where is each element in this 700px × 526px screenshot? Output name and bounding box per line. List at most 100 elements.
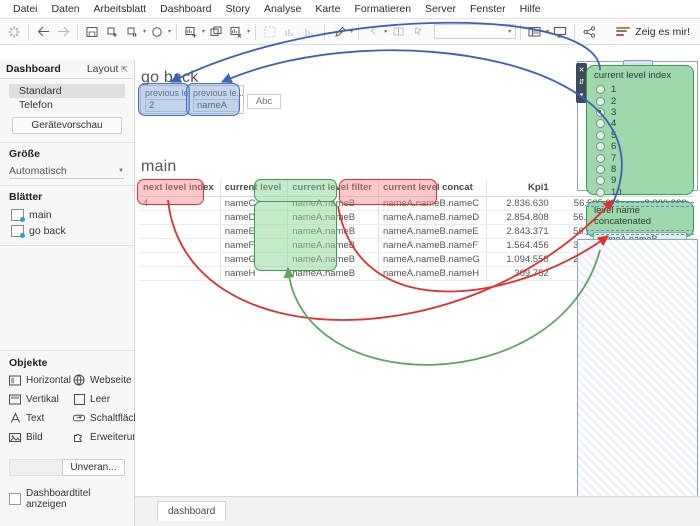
object-webseite[interactable]: Webseite <box>73 374 144 386</box>
sidebar-item-go-back[interactable]: go back <box>9 223 125 239</box>
chevron-down-icon-8[interactable]: ▾ <box>546 28 549 35</box>
object-vertikal[interactable]: Vertikal <box>9 393 71 405</box>
sidebar-item-main[interactable]: main <box>9 207 125 223</box>
param-card-previous-level-name[interactable]: previous le... nameA <box>188 85 244 114</box>
menu-item-dashboard[interactable]: Dashboard <box>153 3 218 15</box>
col-current-level[interactable]: current level <box>220 180 288 197</box>
radio-option-3[interactable]: 3 <box>596 107 693 118</box>
col-current-level-concat[interactable]: current level concat <box>379 180 487 197</box>
arrow-left-icon[interactable] <box>34 23 52 41</box>
chevron-down-icon-3[interactable]: ▾ <box>202 28 205 35</box>
radio-icon-1[interactable] <box>596 85 605 94</box>
radio-option-2[interactable]: 2 <box>596 95 693 106</box>
radio-icon-7[interactable] <box>596 154 605 163</box>
chevron-down-icon-6[interactable]: ▾ <box>384 28 387 35</box>
chevron-down-icon-5[interactable]: ▾ <box>350 28 353 35</box>
highlighter-icon[interactable] <box>330 23 348 41</box>
text-icon <box>9 412 21 424</box>
radio-option-9[interactable]: 9 <box>596 175 693 186</box>
menu-item-analyse[interactable]: Analyse <box>257 3 308 15</box>
param-value-previous-level-name[interactable]: nameA <box>193 99 239 112</box>
chevron-down-icon-4[interactable]: ▾ <box>247 28 250 35</box>
layout-drop-zone[interactable] <box>577 239 698 506</box>
menu-item-formatieren[interactable]: Formatieren <box>347 3 418 15</box>
presentation-mode-icon[interactable] <box>551 23 569 41</box>
radio-option-6[interactable]: 6 <box>596 141 693 152</box>
unveran-button[interactable]: Unveran... <box>62 459 125 476</box>
refresh-icon[interactable] <box>148 23 166 41</box>
radio-option-10[interactable]: 10 <box>596 187 693 198</box>
show-me-button[interactable]: Zeig es mir! <box>616 26 696 38</box>
object-erweiterung[interactable]: Erweiterung <box>73 431 144 443</box>
object-schaltflaeche[interactable]: Schaltfläche <box>73 412 144 424</box>
cell-filter: nameA.nameB <box>288 211 379 225</box>
size-option-telefon[interactable]: Telefon <box>9 98 125 112</box>
menu-item-server[interactable]: Server <box>418 3 463 15</box>
col-kpi1[interactable]: Kpi1 <box>486 180 555 197</box>
radio-icon-2[interactable] <box>596 97 605 106</box>
object-horizontal[interactable]: Horizontal <box>9 374 71 386</box>
radio-label-7: 7 <box>611 153 616 164</box>
new-worksheet-icon[interactable] <box>182 23 200 41</box>
col-next-level-index[interactable]: next level index <box>139 180 220 197</box>
radio-icon-8[interactable] <box>596 165 605 174</box>
chevron-down-icon-1[interactable]: ▾ <box>143 28 146 35</box>
menu-item-fenster[interactable]: Fenster <box>463 3 513 15</box>
object-leer[interactable]: Leer <box>73 393 144 405</box>
radio-icon-10[interactable] <box>596 188 605 197</box>
show-dashboard-title-row[interactable]: Dashboardtitel anzeigen <box>9 488 125 510</box>
menu-item-datei[interactable]: Datei <box>6 3 45 15</box>
chevron-down-icon-card[interactable]: ▾ <box>580 92 584 99</box>
abc-marks-box[interactable]: Abc <box>247 94 281 109</box>
radio-icon-5[interactable] <box>596 131 605 140</box>
tableau-logo-icon[interactable] <box>5 23 23 41</box>
groesse-select[interactable]: Automatisch ▼ <box>9 164 124 179</box>
radio-option-5[interactable]: 5 <box>596 130 693 141</box>
arrow-right-icon[interactable] <box>54 23 72 41</box>
blank-icon <box>73 393 85 405</box>
radio-option-8[interactable]: 8 <box>596 164 693 175</box>
tab-dashboard[interactable]: Dashboard <box>6 63 61 75</box>
fit-select[interactable]: ▾ <box>434 24 516 39</box>
image-icon <box>9 431 21 443</box>
radio-icon-9[interactable] <box>596 176 605 185</box>
device-preview-button[interactable]: Gerätevorschau <box>12 117 122 134</box>
radio-option-4[interactable]: 4 <box>596 118 693 129</box>
cell-current-level: nameF <box>220 239 288 253</box>
menu-item-story[interactable]: Story <box>218 3 257 15</box>
chevron-down-icon-2[interactable]: ▾ <box>168 28 171 35</box>
radio-option-7[interactable]: 7 <box>596 152 693 163</box>
pin-icon[interactable]: ⇱ <box>121 65 128 74</box>
param-value-previous-level-index[interactable]: 2 <box>145 99 189 112</box>
sort-icon[interactable]: ⇵ <box>579 79 585 86</box>
menu-item-daten[interactable]: Daten <box>45 3 87 15</box>
object-bild[interactable]: Bild <box>9 431 71 443</box>
clear-sheet-icon[interactable] <box>227 23 245 41</box>
param-card-previous-level-index[interactable]: previous le... 2 <box>140 85 194 114</box>
col-current-level-filter[interactable]: current level filter <box>288 180 379 197</box>
menu-item-karte[interactable]: Karte <box>308 3 347 15</box>
pause-auto-update-icon[interactable] <box>123 23 141 41</box>
save-icon[interactable] <box>83 23 101 41</box>
show-dashboard-title-checkbox[interactable] <box>9 493 21 505</box>
sidebar-tabs: Dashboard Layout ⇱ <box>0 60 134 79</box>
radio-icon-6[interactable] <box>596 142 605 151</box>
share-icon[interactable] <box>580 23 598 41</box>
cell-next-level-index <box>139 211 220 225</box>
menu-item-arbeitsblatt[interactable]: Arbeitsblatt <box>87 3 154 15</box>
show-cards-icon[interactable] <box>526 23 544 41</box>
tab-layout[interactable]: Layout <box>87 63 119 75</box>
object-text[interactable]: Text <box>9 412 71 424</box>
radio-icon-4[interactable] <box>596 119 605 128</box>
size-option-standard[interactable]: Standard <box>9 84 125 98</box>
add-data-source-icon[interactable] <box>103 23 121 41</box>
menu-item-hilfe[interactable]: Hilfe <box>513 3 548 15</box>
duplicate-sheet-icon[interactable] <box>207 23 225 41</box>
layout-mode-blank[interactable] <box>9 459 62 476</box>
tab-dashboard-sheet[interactable]: dashboard <box>157 501 226 521</box>
radio-icon-3[interactable] <box>596 108 605 117</box>
radio-option-1[interactable]: 1 <box>596 84 693 95</box>
close-icon[interactable]: ✕ <box>579 67 585 74</box>
current-level-index-card[interactable]: current level index 1 2 3 4 5 6 7 8 9 10 <box>586 65 694 195</box>
current-level-index-radio-list[interactable]: 1 2 3 4 5 6 7 8 9 10 <box>587 83 693 198</box>
